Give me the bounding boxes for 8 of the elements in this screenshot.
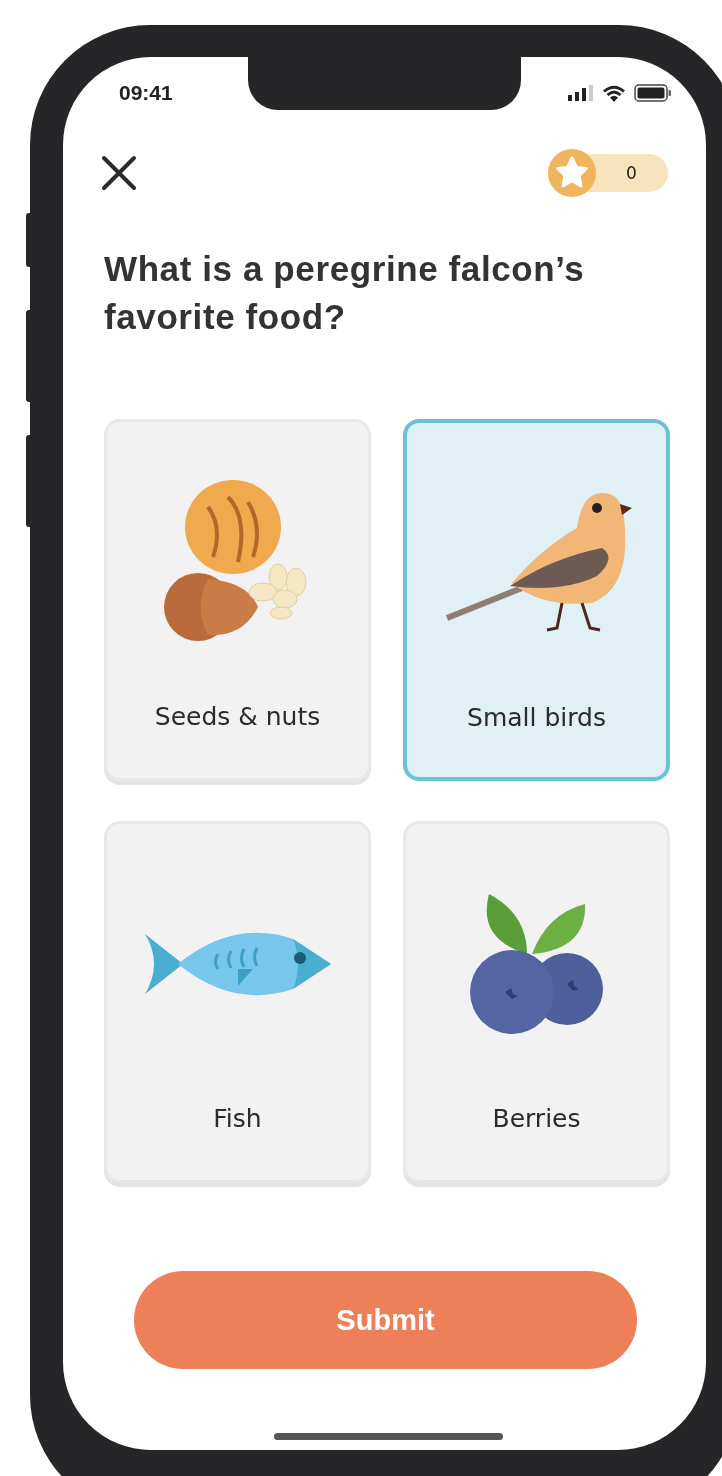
signal-icon	[568, 85, 594, 101]
status-time: 09:41	[119, 81, 173, 105]
answer-card[interactable]: Small birds	[403, 419, 670, 781]
close-button[interactable]	[100, 154, 138, 192]
score-count: 0	[626, 163, 637, 183]
battery-icon	[634, 84, 672, 102]
wifi-icon	[602, 84, 626, 102]
question-text: What is a peregrine falcon’s favorite food?	[104, 248, 586, 338]
